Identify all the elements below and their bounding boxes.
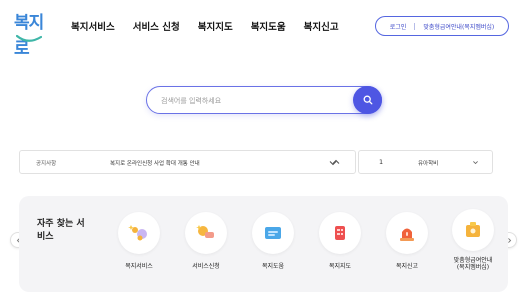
search-bar	[146, 86, 382, 114]
service-label: 서비스신청	[192, 263, 220, 270]
welfare-help-icon	[252, 212, 294, 254]
search-input[interactable]	[161, 93, 351, 109]
frequent-services-panel: 자주 찾는 서비스 복지서비스 서비스신청 복지도움 복지지도 복지신고 맞춤형…	[19, 196, 508, 292]
service-label: 맞춤형급여안내 (복지멤버십)	[453, 257, 493, 271]
search-button[interactable]	[353, 86, 382, 114]
welfare-service-icon	[118, 212, 160, 254]
util-menu: 로그인 맞춤형급여안내(복지멤버십)	[375, 16, 509, 36]
service-welfare-report[interactable]: 복지신고	[377, 212, 437, 271]
nav-welfare-map[interactable]: 복지지도	[198, 19, 233, 33]
service-apply-icon	[185, 212, 227, 254]
welfare-map-icon	[319, 212, 361, 254]
frequent-services-title: 자주 찾는 서비스	[37, 219, 85, 242]
page-name: 유아학비	[418, 161, 439, 167]
nav-welfare-report[interactable]: 복지신고	[304, 19, 339, 33]
main-nav: 복지서비스 서비스 신청 복지지도 복지도움 복지신고	[71, 19, 357, 33]
logo-smile-icon	[16, 34, 42, 42]
page-select[interactable]: 1 유아학비	[358, 150, 493, 174]
service-welfare-service[interactable]: 복지서비스	[109, 212, 169, 271]
login-link[interactable]: 로그인	[390, 22, 407, 31]
header: 복지로 복지서비스 서비스 신청 복지지도 복지도움 복지신고 로그인 맞춤형급…	[0, 0, 529, 59]
nav-welfare-service[interactable]: 복지서비스	[71, 19, 115, 33]
util-divider	[414, 22, 416, 30]
notice-bar: 공지사항 복지로 온라인신청 사업 확대 개통 안내	[19, 150, 356, 174]
nav-service-apply[interactable]: 서비스 신청	[133, 19, 180, 33]
welfare-report-icon	[386, 212, 428, 254]
notice-link[interactable]: 복지로 온라인신청 사업 확대 개통 안내	[110, 159, 200, 167]
service-label: 복지서비스	[125, 263, 153, 270]
service-welfare-help[interactable]: 복지도움	[243, 212, 303, 271]
custom-benefit-icon	[452, 209, 494, 251]
nav-welfare-help[interactable]: 복지도움	[251, 19, 286, 33]
service-label: 복지도움	[261, 263, 285, 270]
page-number: 1	[379, 158, 384, 166]
service-welfare-map[interactable]: 복지지도	[310, 212, 370, 271]
membership-link[interactable]: 맞춤형급여안내(복지멤버십)	[423, 22, 494, 31]
search-icon	[363, 95, 372, 105]
chevron-up-button-icon[interactable]	[331, 157, 341, 167]
notice-label: 공지사항	[36, 161, 57, 167]
bokjiro-logo[interactable]: 복지로	[14, 10, 54, 59]
service-label: 복지지도	[328, 263, 352, 270]
select-arrow-icon	[473, 161, 478, 165]
service-label: 복지신고	[395, 263, 419, 270]
service-custom-benefit[interactable]: 맞춤형급여안내 (복지멤버십)	[443, 209, 503, 271]
service-apply[interactable]: 서비스신청	[176, 212, 236, 271]
